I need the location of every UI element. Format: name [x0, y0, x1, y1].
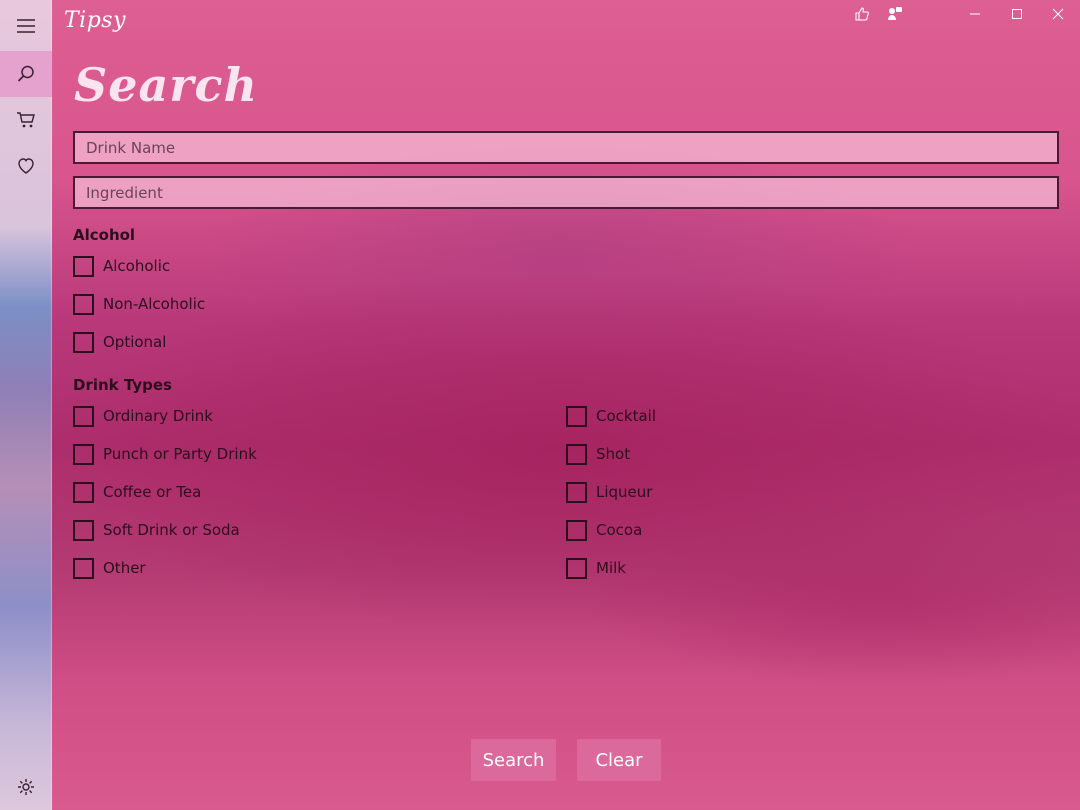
heart-icon [18, 158, 34, 174]
checkbox-label: Cocoa [596, 521, 643, 539]
drink-name-input[interactable] [73, 131, 1059, 164]
checkbox-box[interactable] [73, 481, 94, 503]
checkbox-shot[interactable]: Shot [566, 442, 630, 466]
thumbs-up-icon [855, 7, 869, 21]
checkbox-ordinary-drink[interactable]: Ordinary Drink [73, 404, 213, 428]
checkbox-soft-drink-or-soda[interactable]: Soft Drink or Soda [73, 518, 240, 542]
nav-rail [0, 0, 52, 810]
checkbox-label: Liqueur [596, 483, 653, 501]
page-title: Search [74, 58, 258, 112]
checkbox-label: Alcoholic [103, 257, 171, 275]
checkbox-box[interactable] [566, 405, 587, 427]
checkbox-box[interactable] [566, 443, 587, 465]
checkbox-cocktail[interactable]: Cocktail [566, 404, 656, 428]
gear-icon [18, 779, 34, 795]
checkbox-label: Cocktail [596, 407, 656, 425]
close-button[interactable] [1048, 4, 1068, 24]
alcohol-section-label: Alcohol [73, 226, 136, 244]
checkbox-label: Non-Alcoholic [103, 295, 206, 313]
checkbox-box[interactable] [566, 481, 587, 503]
checkbox-cocoa[interactable]: Cocoa [566, 518, 642, 542]
checkbox-box[interactable] [73, 405, 94, 427]
hamburger-icon [17, 19, 35, 33]
checkbox-label: Optional [103, 333, 167, 351]
ingredient-input[interactable] [73, 176, 1059, 209]
minimize-button[interactable] [965, 4, 985, 24]
checkbox-box[interactable] [566, 519, 587, 541]
checkbox-box[interactable] [73, 557, 94, 579]
clear-button[interactable]: Clear [577, 739, 661, 781]
checkbox-other[interactable]: Other [73, 556, 146, 580]
checkbox-label: Soft Drink or Soda [103, 521, 240, 539]
nav-item-favorites[interactable] [0, 143, 52, 189]
checkbox-box[interactable] [73, 293, 94, 315]
maximize-icon [1012, 9, 1022, 19]
checkbox-label: Other [103, 559, 146, 577]
maximize-button[interactable] [1007, 4, 1027, 24]
checkbox-label: Milk [596, 559, 626, 577]
feedback-button[interactable] [885, 4, 905, 24]
search-icon [17, 65, 34, 82]
cart-icon [17, 112, 35, 128]
nav-item-search[interactable] [0, 51, 52, 97]
drink-types-section-label: Drink Types [73, 376, 172, 394]
checkbox-box[interactable] [73, 443, 94, 465]
app-logo: Tipsy [64, 8, 127, 33]
rate-button[interactable] [852, 4, 872, 24]
checkbox-label: Shot [596, 445, 631, 463]
close-icon [1052, 8, 1064, 20]
checkbox-box[interactable] [73, 519, 94, 541]
nav-item-settings[interactable] [0, 764, 52, 810]
checkbox-label: Punch or Party Drink [103, 445, 257, 463]
checkbox-optional[interactable]: Optional [73, 330, 166, 354]
search-button[interactable]: Search [471, 739, 556, 781]
checkbox-liqueur[interactable]: Liqueur [566, 480, 652, 504]
checkbox-box[interactable] [73, 331, 94, 353]
checkbox-non-alcoholic[interactable]: Non-Alcoholic [73, 292, 205, 316]
nav-item-cart[interactable] [0, 97, 52, 143]
checkbox-alcoholic[interactable]: Alcoholic [73, 254, 170, 278]
checkbox-milk[interactable]: Milk [566, 556, 626, 580]
checkbox-box[interactable] [566, 557, 587, 579]
checkbox-punch-or-party-drink[interactable]: Punch or Party Drink [73, 442, 257, 466]
checkbox-label: Ordinary Drink [103, 407, 213, 425]
feedback-icon [888, 7, 902, 20]
minimize-icon [970, 13, 980, 15]
checkbox-coffee-or-tea[interactable]: Coffee or Tea [73, 480, 201, 504]
checkbox-box[interactable] [73, 255, 94, 277]
checkbox-label: Coffee or Tea [103, 483, 202, 501]
hamburger-button[interactable] [0, 3, 52, 49]
